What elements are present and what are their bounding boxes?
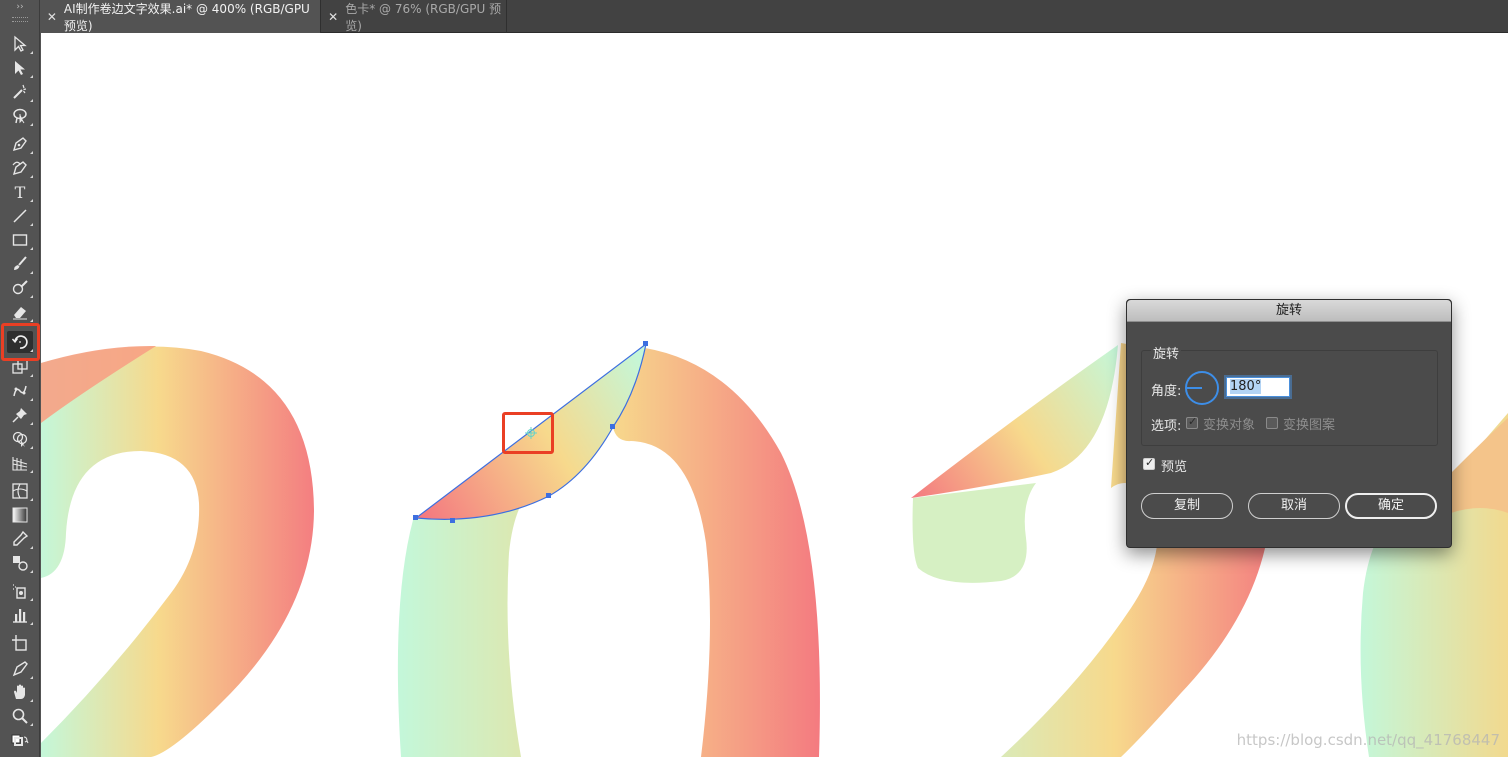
digit-2-right-fold: [912, 483, 1036, 583]
tab-color-card[interactable]: ✕ 色卡* @ 76% (RGB/GPU 预览): [321, 0, 507, 33]
artboard-tool[interactable]: [7, 632, 33, 654]
eraser-tool-icon: [13, 307, 27, 320]
angle-input[interactable]: 180°: [1226, 377, 1290, 397]
pen-tool[interactable]: [7, 133, 33, 155]
close-icon[interactable]: ✕: [321, 10, 345, 24]
digit-2-left: [41, 346, 314, 757]
rotate-dialog: 旋转 旋转 角度: 180° 选项: 变换对象 变换图案 预览 复制 取消 确定: [1126, 299, 1452, 548]
shaper-tool[interactable]: [7, 277, 33, 299]
puppet-warp-tool[interactable]: [7, 380, 33, 402]
mesh-tool[interactable]: [7, 480, 33, 502]
preview-checkbox[interactable]: [1143, 456, 1155, 470]
hand-tool[interactable]: [7, 681, 33, 703]
options-label: 选项:: [1151, 419, 1182, 434]
magic-wand-tool-icon: [13, 84, 27, 99]
svg-text:T: T: [15, 183, 26, 201]
fill-stroke-swatch[interactable]: [7, 731, 33, 753]
rectangle-tool[interactable]: [7, 229, 33, 251]
gradient-tool-icon: [12, 507, 28, 523]
puppet-warp-tool-icon: [13, 385, 27, 397]
shaper-tool-icon: [12, 280, 28, 295]
type-tool-icon: T: [15, 183, 26, 201]
fill-stroke-icon: [11, 734, 29, 746]
rotate-group-label: 旋转: [1151, 343, 1182, 362]
eyedropper-tool-icon: [13, 530, 29, 546]
preview-label: 预览: [1161, 460, 1188, 475]
symbol-sprayer-tool[interactable]: [7, 580, 33, 602]
close-icon[interactable]: ✕: [40, 10, 64, 24]
watermark: https://blog.csdn.net/qq_41768447: [1236, 731, 1500, 749]
digit-2-right-flap: [911, 345, 1118, 498]
tools-panel: ›› T: [0, 0, 40, 757]
transform-objects-checkbox[interactable]: [1186, 415, 1198, 429]
angle-label: 角度:: [1151, 384, 1182, 399]
line-segment-tool[interactable]: [7, 205, 33, 227]
artboard-tool-icon: [12, 635, 27, 651]
slice-tool[interactable]: [7, 658, 33, 680]
rotate-tool-highlight: [1, 323, 40, 361]
eyedropper-tool[interactable]: [7, 528, 33, 550]
curvature-tool-icon: [12, 161, 27, 176]
rectangle-tool-icon: [12, 234, 28, 246]
ok-button[interactable]: 确定: [1345, 493, 1437, 519]
gradient-tool[interactable]: [7, 504, 33, 526]
line-segment-tool-icon: [13, 209, 27, 223]
magic-wand-tool[interactable]: [7, 81, 33, 103]
transform-patterns-checkbox[interactable]: [1266, 417, 1278, 429]
angle-dial[interactable]: [1185, 371, 1219, 405]
symbol-sprayer-tool-icon: [13, 584, 26, 599]
tab-ai-document[interactable]: ✕ AI制作卷边文字效果.ai* @ 400% (RGB/GPU 预览): [40, 0, 321, 33]
zoom-tool-icon: [12, 708, 28, 724]
graph-tool[interactable]: [7, 604, 33, 626]
graph-tool-icon: [13, 609, 27, 623]
panel-grip-icon[interactable]: [12, 17, 28, 22]
shape-builder-tool-icon: [12, 431, 28, 447]
document-tab-bar: ✕ AI制作卷边文字效果.ai* @ 400% (RGB/GPU 预览) ✕ 色…: [40, 0, 1508, 33]
digit-0-right-stroke: [613, 348, 820, 757]
digit-1-right-top: [1451, 418, 1508, 513]
paintbrush-tool-icon: [14, 256, 27, 270]
hand-tool-icon: [14, 684, 25, 699]
selection-tool-icon: [14, 35, 27, 52]
pen-tool-icon: [12, 137, 27, 152]
direct-selection-tool-icon: [15, 61, 25, 75]
illustrator-window: ›› T ✕ AI制作卷边文字效果.ai* @ 400% (RGB/GPU 预览…: [0, 0, 1508, 757]
eraser-tool[interactable]: [7, 301, 33, 323]
transform-patterns-label: 变换图案: [1283, 418, 1336, 433]
blend-tool[interactable]: [7, 552, 33, 574]
rotation-origin-highlight: [502, 412, 554, 454]
lasso-tool-icon: [13, 108, 27, 124]
copy-button[interactable]: 复制: [1141, 493, 1233, 519]
lasso-tool[interactable]: [7, 105, 33, 127]
paintbrush-tool[interactable]: [7, 253, 33, 275]
zoom-tool[interactable]: [7, 705, 33, 727]
type-tool[interactable]: T: [7, 181, 33, 203]
dialog-title[interactable]: 旋转: [1127, 300, 1451, 322]
perspective-grid-tool-icon: [12, 457, 28, 471]
pin-tool-icon: [12, 408, 27, 423]
cancel-button[interactable]: 取消: [1248, 493, 1340, 519]
mesh-tool-icon: [12, 483, 28, 499]
slice-tool-icon: [12, 661, 28, 677]
selection-tool[interactable]: [7, 33, 33, 55]
direct-selection-tool[interactable]: [7, 57, 33, 79]
angle-input-value: 180°: [1230, 379, 1262, 394]
curvature-tool[interactable]: [7, 157, 33, 179]
tab-label: 色卡* @ 76% (RGB/GPU 预览): [345, 1, 502, 33]
tab-label: AI制作卷边文字效果.ai* @ 400% (RGB/GPU 预览): [63, 1, 310, 33]
blend-tool-icon: [13, 556, 28, 571]
transform-objects-label: 变换对象: [1203, 418, 1256, 433]
pin-tool[interactable]: [7, 404, 33, 426]
perspective-grid-tool[interactable]: [7, 452, 33, 474]
shape-builder-tool[interactable]: [7, 428, 33, 450]
digit-0-left-stroke: [397, 493, 528, 757]
